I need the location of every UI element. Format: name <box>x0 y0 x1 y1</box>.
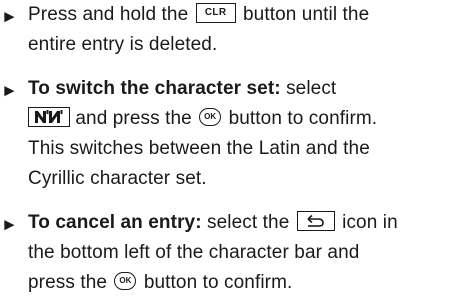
instruction-heading: To cancel an entry: <box>28 212 202 233</box>
text-segment: select <box>280 78 337 99</box>
instruction-line: Cyrillic character set. <box>28 164 207 194</box>
text-segment: and press the <box>70 108 198 129</box>
text-segment: This switches between the Latin and the <box>28 138 370 159</box>
instruction-line: press the OK button to confirm. <box>28 268 292 298</box>
text-segment: Press and hold the <box>28 4 194 25</box>
character-set-icon <box>28 106 70 127</box>
text-segment: button until the <box>237 4 370 25</box>
text-segment: icon in <box>336 212 398 233</box>
ok-button-icon: OK <box>114 271 137 290</box>
instruction-line: To cancel an entry: select the icon in <box>28 208 398 238</box>
instruction-line: This switches between the Latin and the <box>28 134 370 164</box>
text-segment: entire entry is deleted. <box>28 34 218 55</box>
text-segment: button to confirm. <box>223 108 378 129</box>
bullet-arrow-icon: ► <box>1 7 18 26</box>
text-segment: select the <box>201 212 295 233</box>
instruction-line: Press and hold the CLR button until the <box>28 0 369 30</box>
text-segment: press the <box>28 272 113 293</box>
instruction-heading: To switch the character set: <box>28 78 281 99</box>
back-icon <box>296 210 335 231</box>
instruction-page: ► Press and hold the CLR button until th… <box>0 0 461 299</box>
bullet-arrow-icon: ► <box>1 215 18 234</box>
clr-button-icon: CLR <box>195 2 236 23</box>
text-segment: button to confirm. <box>138 272 293 293</box>
instruction-line: the bottom left of the character bar and <box>28 238 359 268</box>
text-segment: the bottom left of the character bar and <box>28 242 360 263</box>
ok-button-icon: OK <box>199 107 222 126</box>
instruction-line: To switch the character set: select <box>28 74 336 104</box>
instruction-line: entire entry is deleted. <box>28 30 217 60</box>
instruction-line: and press the OK button to confirm. <box>28 104 377 134</box>
bullet-arrow-icon: ► <box>1 81 18 100</box>
text-segment: Cyrillic character set. <box>28 168 207 189</box>
